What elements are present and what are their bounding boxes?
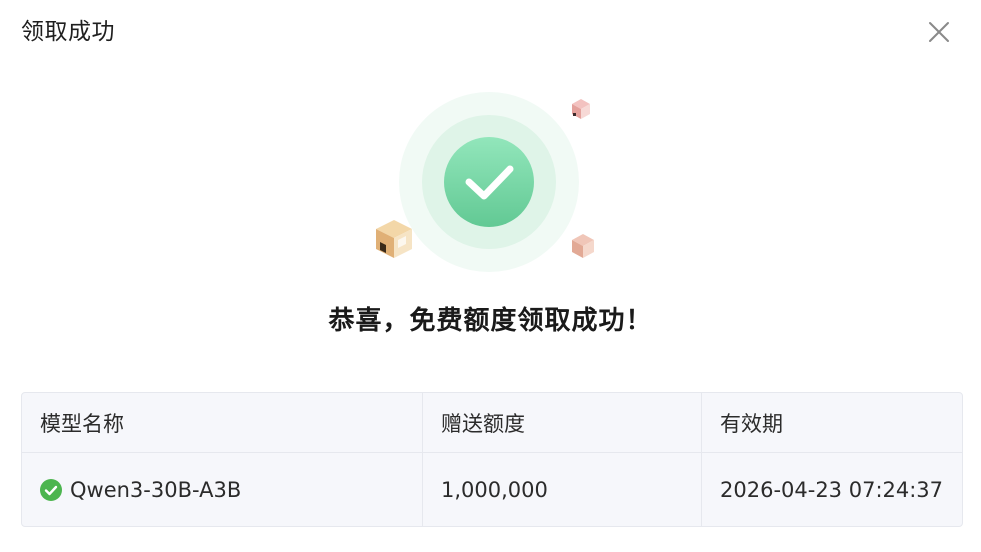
- success-message: 恭喜，免费额度领取成功！: [328, 306, 653, 336]
- success-illustration: [370, 90, 610, 280]
- cell-model: Qwen3-30B-A3B: [22, 453, 423, 526]
- decorative-cube-small-right: [572, 234, 594, 258]
- table-row: Qwen3-30B-A3B 1,000,000 2026-04-23 07:24…: [22, 453, 962, 526]
- close-button[interactable]: [924, 17, 954, 47]
- decorative-cube-small-top: [572, 99, 590, 119]
- close-icon: [929, 22, 949, 42]
- header-model-name: 模型名称: [22, 393, 423, 452]
- cell-expiry: 2026-04-23 07:24:37: [720, 477, 944, 502]
- success-dialog: 领取成功 恭喜，免费额度领取成功！ 模型名称 赠送额度 有效期 Qwen3-30…: [0, 0, 981, 552]
- check-circle-icon: [40, 478, 62, 501]
- success-check-icon: [444, 137, 534, 227]
- dialog-title: 领取成功: [21, 19, 115, 45]
- header-expiry: 有效期: [720, 411, 783, 436]
- table-header: 模型名称 赠送额度 有效期: [22, 393, 962, 453]
- cell-quota: 1,000,000: [423, 453, 702, 526]
- decorative-cube-large: [376, 220, 412, 258]
- header-quota: 赠送额度: [423, 393, 702, 452]
- model-name: Qwen3-30B-A3B: [70, 477, 242, 502]
- quota-table: 模型名称 赠送额度 有效期 Qwen3-30B-A3B 1,000,000 20…: [21, 392, 963, 527]
